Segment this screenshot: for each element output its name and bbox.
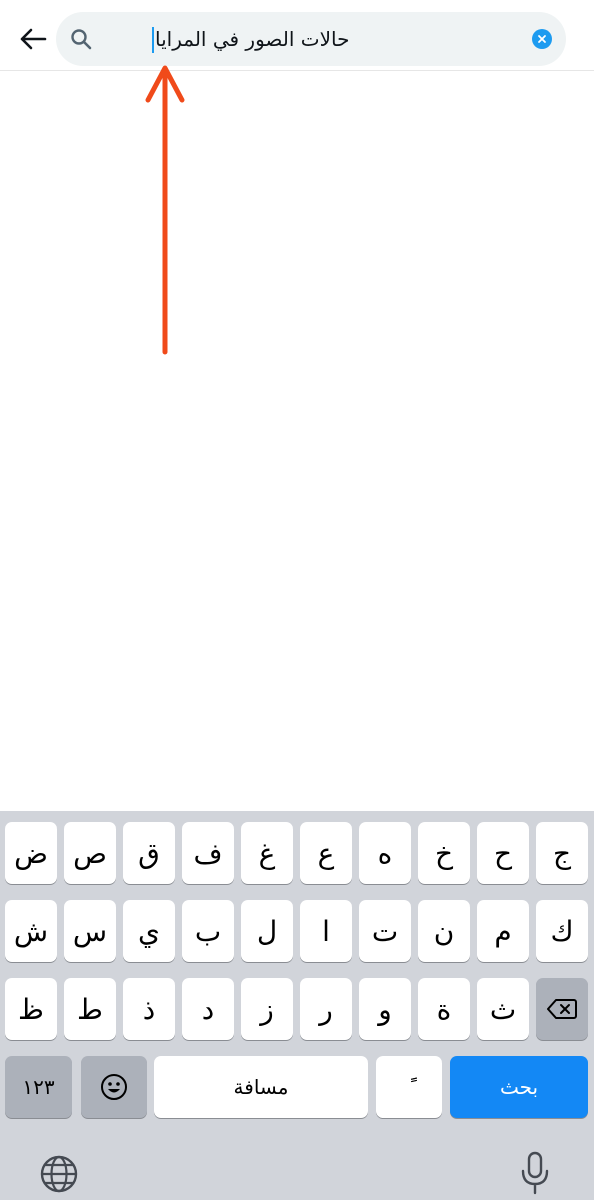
- space-key[interactable]: مسافة: [154, 1056, 368, 1118]
- key[interactable]: ه: [359, 822, 411, 884]
- key[interactable]: ض: [5, 822, 57, 884]
- search-header: حالات الصور في المرايا: [0, 0, 594, 71]
- microphone-icon[interactable]: [520, 1151, 550, 1195]
- clear-search-button[interactable]: [532, 29, 552, 49]
- key[interactable]: ق: [123, 822, 175, 884]
- key[interactable]: و: [359, 978, 411, 1040]
- key[interactable]: ا: [300, 900, 352, 962]
- key[interactable]: ب: [182, 900, 234, 962]
- key[interactable]: ل: [241, 900, 293, 962]
- key[interactable]: ز: [241, 978, 293, 1040]
- key[interactable]: ع: [300, 822, 352, 884]
- backspace-key[interactable]: [536, 978, 588, 1040]
- key[interactable]: ف: [182, 822, 234, 884]
- key[interactable]: ي: [123, 900, 175, 962]
- key[interactable]: ح: [477, 822, 529, 884]
- key[interactable]: ظ: [5, 978, 57, 1040]
- key[interactable]: س: [64, 900, 116, 962]
- key[interactable]: ك: [536, 900, 588, 962]
- arrow-left-icon: [20, 28, 47, 50]
- key[interactable]: د: [182, 978, 234, 1040]
- key[interactable]: خ: [418, 822, 470, 884]
- search-box[interactable]: حالات الصور في المرايا: [56, 12, 566, 66]
- back-button[interactable]: [14, 20, 52, 58]
- key[interactable]: ذ: [123, 978, 175, 1040]
- red-arrow-up: [145, 65, 185, 355]
- key[interactable]: م: [477, 900, 529, 962]
- key[interactable]: ة: [418, 978, 470, 1040]
- search-key[interactable]: بحث: [450, 1056, 588, 1118]
- backspace-icon: [547, 999, 577, 1019]
- key[interactable]: ر: [300, 978, 352, 1040]
- key[interactable]: ن: [418, 900, 470, 962]
- key[interactable]: ت: [359, 900, 411, 962]
- text-cursor: [152, 27, 154, 53]
- numbers-key[interactable]: ١٢٣: [5, 1056, 72, 1118]
- diacritic-key[interactable]: ًً: [376, 1056, 442, 1118]
- key[interactable]: ش: [5, 900, 57, 962]
- search-icon: [71, 29, 92, 50]
- search-input[interactable]: حالات الصور في المرايا: [155, 22, 535, 56]
- key[interactable]: غ: [241, 822, 293, 884]
- globe-icon[interactable]: [39, 1154, 79, 1194]
- key[interactable]: ط: [64, 978, 116, 1040]
- key[interactable]: ث: [477, 978, 529, 1040]
- clear-x-icon: [538, 35, 546, 43]
- key[interactable]: ج: [536, 822, 588, 884]
- key[interactable]: ص: [64, 822, 116, 884]
- emoji-icon: [101, 1074, 127, 1100]
- emoji-key[interactable]: [81, 1056, 147, 1118]
- arabic-keyboard: ج ح خ ه ع غ ف ق ص ض ك م ن ت ا ل ب ي س ش …: [0, 811, 594, 1200]
